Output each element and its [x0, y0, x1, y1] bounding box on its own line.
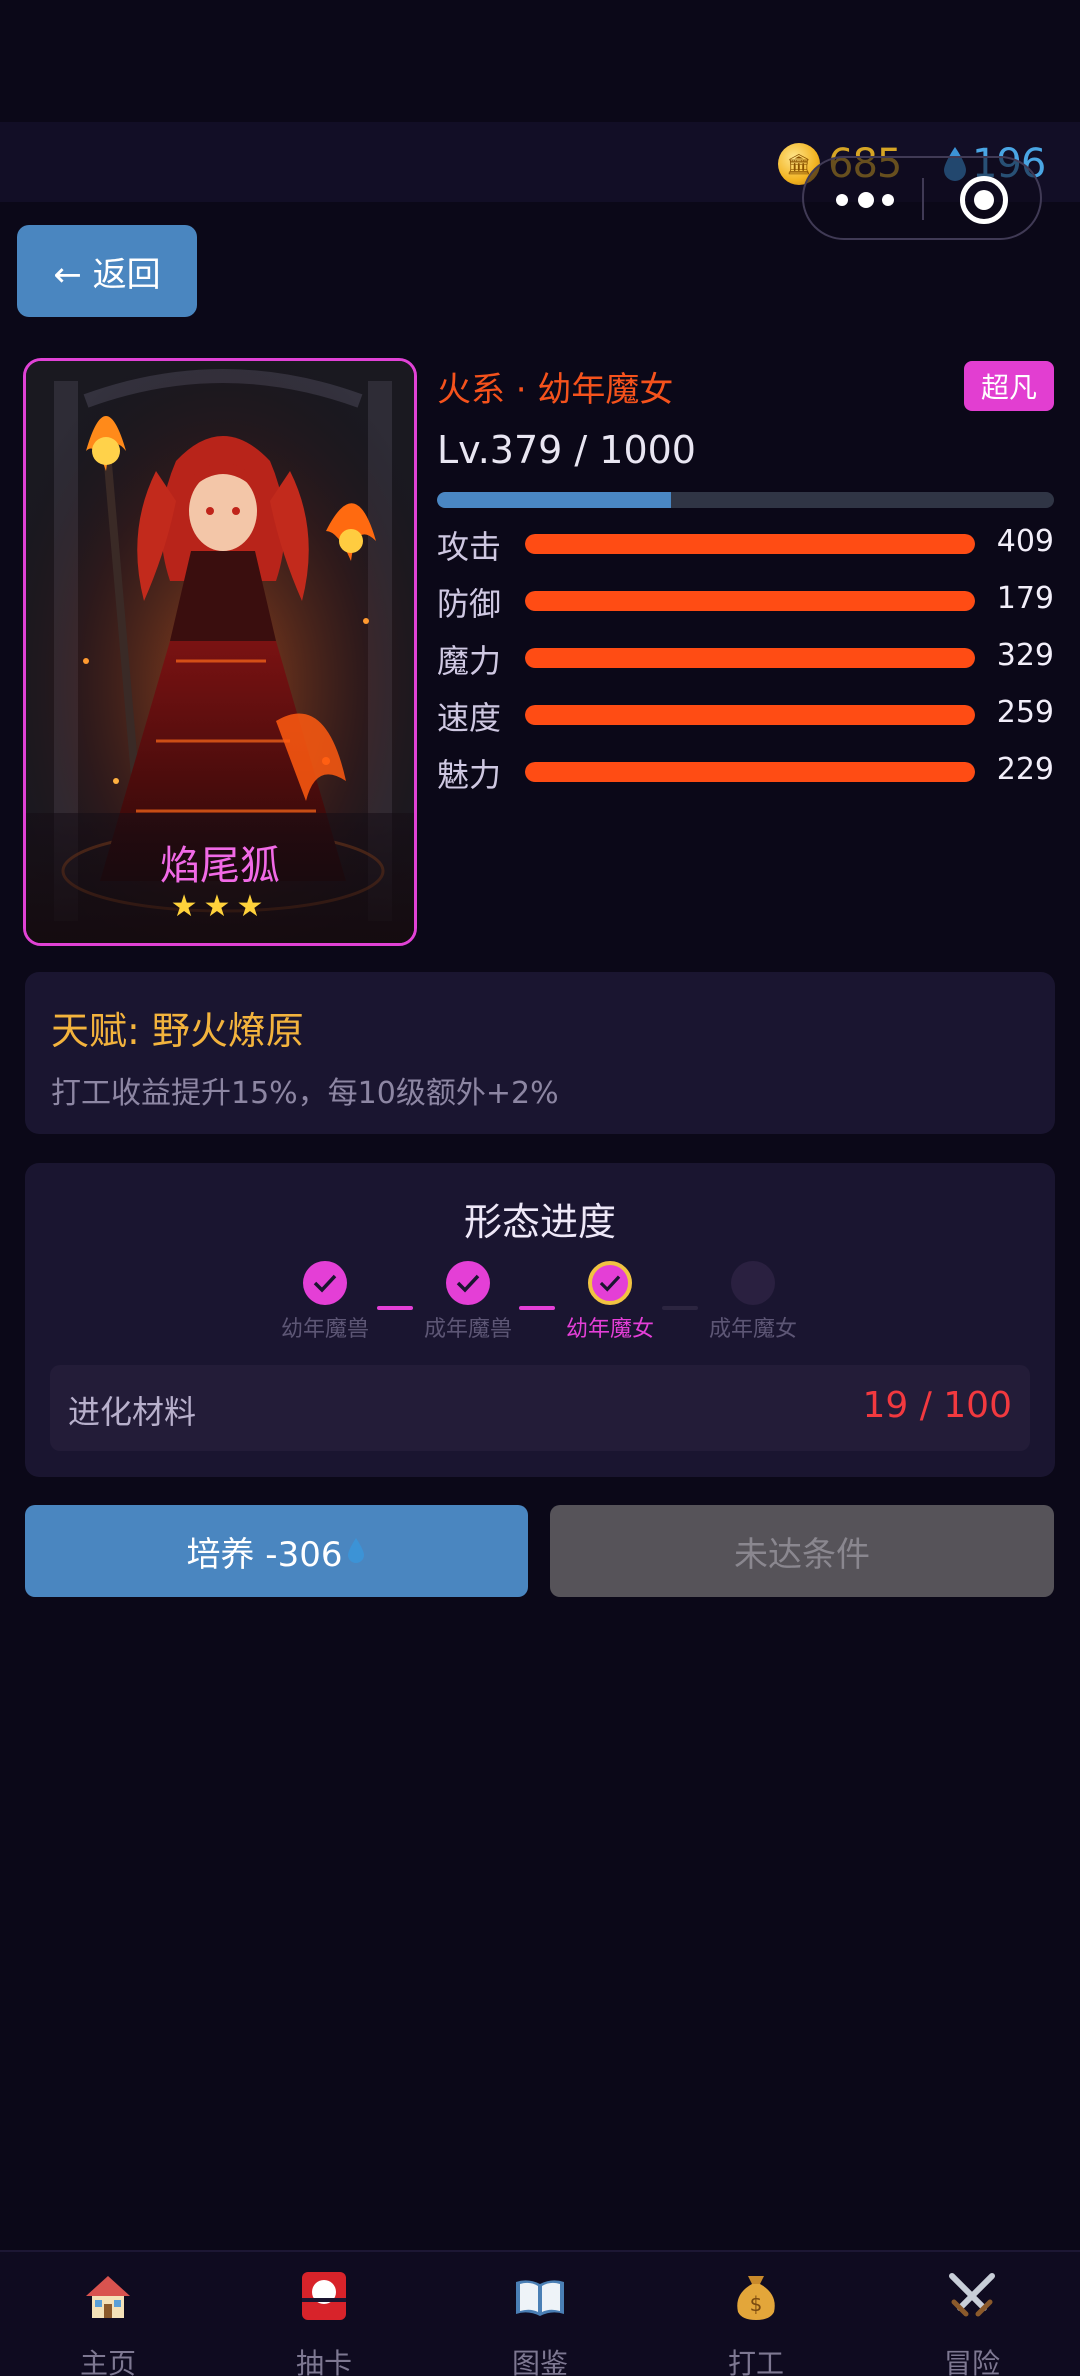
stat-label: 攻击 [437, 528, 502, 566]
nav-item-gacha[interactable]: 抽卡 [216, 2252, 432, 2376]
stat-value: 229 [996, 752, 1054, 787]
more-icon[interactable] [836, 186, 896, 212]
nav-item-adventure[interactable]: 冒险 [864, 2252, 1080, 2376]
evolution-panel: 形态进度 幼年魔兽 成年魔兽 幼年魔女 成年魔女 进化材料 19 / 100 [25, 1163, 1055, 1477]
stat-label: 速度 [437, 699, 502, 737]
book-icon [516, 2280, 564, 2316]
stat-bar-fill [525, 705, 975, 725]
stage-label: 成年魔兽 [423, 1317, 512, 1342]
nav-label: 打工 [727, 2347, 784, 2376]
capsule-divider [922, 178, 924, 220]
check-icon [588, 1261, 632, 1305]
rarity-badge: 超凡 [964, 361, 1054, 411]
stat-bar-fill [525, 648, 975, 668]
stat-bar [525, 762, 975, 782]
level-text: Lv.379 / 1000 [437, 428, 696, 472]
nav-item-codex[interactable]: 图鉴 [432, 2252, 648, 2376]
stat-bar [525, 591, 975, 611]
locked-stage-dot [731, 1261, 775, 1305]
train-button-label: 培养 -306 [186, 1534, 343, 1575]
stat-row-defense: 防御 179 [437, 575, 1054, 625]
stat-value: 259 [996, 695, 1054, 730]
stat-bar-fill [525, 534, 975, 554]
train-button[interactable]: 培养 -306 [25, 1505, 528, 1597]
stat-bar [525, 534, 975, 554]
evolution-materials: 进化材料 19 / 100 [50, 1365, 1030, 1451]
level-progress-bar [437, 492, 1054, 508]
level-progress-fill [437, 492, 671, 508]
stat-row-attack: 攻击 409 [437, 518, 1054, 568]
crossed-swords-icon [949, 2273, 995, 2317]
water-drop-icon [348, 1538, 365, 1563]
close-target-icon[interactable] [960, 176, 1008, 224]
materials-count: 19 / 100 [862, 1385, 1012, 1426]
check-icon [303, 1261, 347, 1305]
element-stage-label: 火系 · 幼年魔女 [437, 370, 674, 410]
character-name: 焰尾狐 [160, 843, 280, 889]
talent-description: 打工收益提升15%，每10级额外+2% [51, 1076, 559, 1111]
stat-bar-fill [525, 591, 975, 611]
stat-label: 魔力 [437, 642, 502, 680]
stage-label: 幼年魔女 [565, 1317, 654, 1342]
stat-label: 魅力 [437, 756, 502, 794]
stat-label: 防御 [437, 585, 502, 623]
character-card: 焰尾狐 ★★★ [23, 358, 417, 946]
stage-label: 幼年魔兽 [280, 1317, 369, 1342]
back-button[interactable]: ← 返回 [17, 225, 197, 317]
gacha-card-icon [302, 2272, 346, 2320]
stat-row-speed: 速度 259 [437, 689, 1054, 739]
nav-label: 图鉴 [511, 2347, 568, 2376]
stat-bar [525, 705, 975, 725]
evolution-stage-locked: 成年魔女 [693, 1261, 813, 1351]
mini-program-capsule [802, 156, 1042, 240]
evolution-stage: 成年魔兽 [408, 1261, 528, 1351]
stat-row-magic: 魔力 329 [437, 632, 1054, 682]
evolution-title: 形态进度 [463, 1200, 616, 1244]
nav-label: 抽卡 [295, 2347, 352, 2376]
nav-item-work[interactable]: $ 打工 [648, 2252, 864, 2376]
check-icon [446, 1261, 490, 1305]
materials-label: 进化材料 [68, 1393, 197, 1431]
stat-row-charm: 魅力 229 [437, 746, 1054, 796]
evolve-button-disabled[interactable]: 未达条件 [550, 1505, 1054, 1597]
evolution-stage: 幼年魔兽 [265, 1261, 385, 1351]
nav-label: 冒险 [943, 2347, 1000, 2376]
stat-bar-fill [525, 762, 975, 782]
stat-bar [525, 648, 975, 668]
stat-value: 179 [996, 581, 1054, 616]
star-rating: ★★★ [170, 889, 270, 924]
bottom-nav: 主页 抽卡 图鉴 $ 打工 冒险 [0, 2250, 1080, 2376]
talent-panel: 天赋: 野火燎原 打工收益提升15%，每10级额外+2% [25, 972, 1055, 1134]
stat-value: 329 [996, 638, 1054, 673]
evolution-stage-current: 幼年魔女 [550, 1261, 670, 1351]
svg-text:$: $ [750, 2292, 763, 2316]
house-icon [86, 2276, 130, 2318]
stat-value: 409 [996, 524, 1054, 559]
nav-item-home[interactable]: 主页 [0, 2252, 216, 2376]
talent-title: 天赋: 野火燎原 [51, 1009, 304, 1053]
money-bag-icon: $ [737, 2276, 775, 2320]
nav-label: 主页 [79, 2347, 136, 2376]
stage-label: 成年魔女 [708, 1317, 797, 1342]
